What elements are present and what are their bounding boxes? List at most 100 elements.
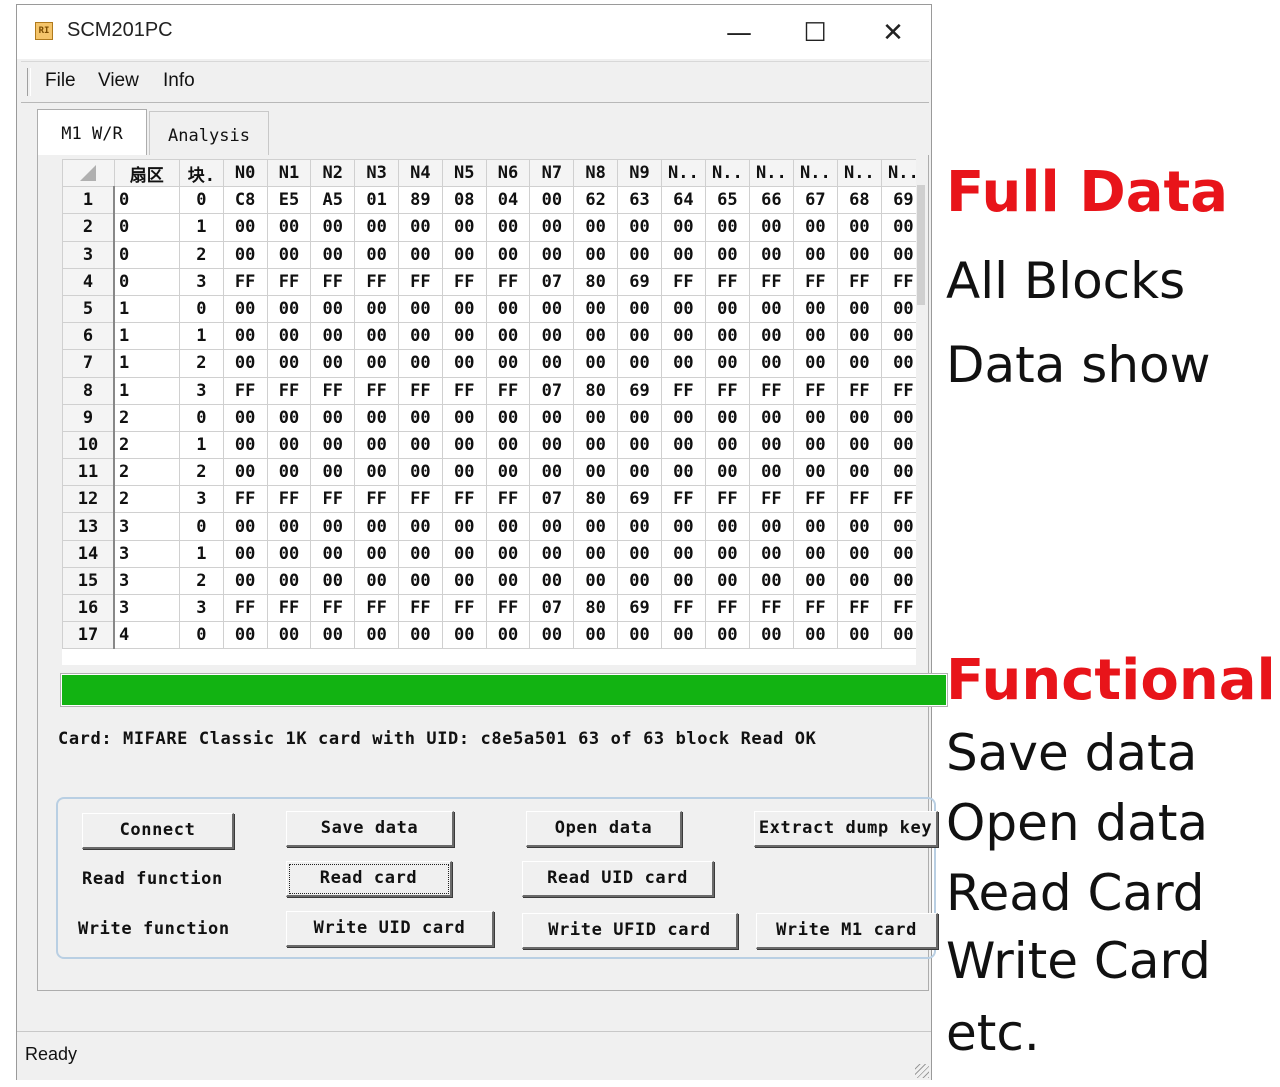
data-cell[interactable]: 00 xyxy=(836,621,882,650)
grid-column-header[interactable]: N5 xyxy=(441,159,487,188)
data-cell[interactable]: 00 xyxy=(266,240,312,269)
data-cell[interactable]: 00 xyxy=(792,512,838,541)
data-cell[interactable]: FF xyxy=(398,485,443,514)
table-row[interactable]: 17 4 0 00 00 00 00 00 00 00 00 00 00 00 00 00 00 00 00 xyxy=(62,621,926,650)
data-cell[interactable]: FF xyxy=(836,593,882,623)
data-cell[interactable]: 00 xyxy=(485,322,531,351)
data-cell[interactable]: FF xyxy=(660,485,706,514)
grid-column-header[interactable]: 扇区 xyxy=(113,159,181,188)
data-cell[interactable]: 00 xyxy=(529,458,575,487)
grid-column-header[interactable]: 块. xyxy=(179,159,224,188)
data-cell[interactable]: 00 xyxy=(704,349,750,378)
data-cell[interactable]: 00 xyxy=(310,322,356,351)
block-cell[interactable]: 3 xyxy=(179,593,224,623)
data-cell[interactable]: 69 xyxy=(617,376,662,405)
data-cell[interactable]: 00 xyxy=(529,512,575,541)
data-cell[interactable]: 00 xyxy=(485,403,531,432)
row-header[interactable]: 2 xyxy=(62,213,116,242)
grid-column-header[interactable]: N.. xyxy=(792,159,838,188)
data-cell[interactable]: 00 xyxy=(310,240,356,269)
data-cell[interactable]: 00 xyxy=(354,512,400,541)
row-header[interactable]: 10 xyxy=(62,430,116,460)
data-cell[interactable]: 00 xyxy=(529,403,575,432)
sector-cell[interactable]: 0 xyxy=(113,267,181,296)
data-cell[interactable]: 00 xyxy=(660,322,706,351)
data-cell[interactable]: FF xyxy=(222,376,268,405)
extract-dump-key-button[interactable]: Extract dump key xyxy=(754,811,938,847)
data-cell[interactable]: 00 xyxy=(310,430,356,460)
data-cell[interactable]: FF xyxy=(704,485,750,514)
data-cell[interactable]: 00 xyxy=(529,294,575,324)
data-cell[interactable]: 65 xyxy=(704,186,750,215)
data-cell[interactable]: 00 xyxy=(792,213,838,242)
row-header[interactable]: 11 xyxy=(62,458,116,487)
data-cell[interactable]: FF xyxy=(704,593,750,623)
data-cell[interactable]: 00 xyxy=(266,322,312,351)
data-cell[interactable]: FF xyxy=(792,593,838,623)
table-row[interactable]: 9 2 0 00 00 00 00 00 00 00 00 00 00 00 00 00 00 00 00 xyxy=(62,403,926,432)
block-cell[interactable]: 0 xyxy=(179,512,224,541)
block-cell[interactable]: 0 xyxy=(179,186,224,215)
data-cell[interactable]: 00 xyxy=(617,213,662,242)
data-cell[interactable]: 00 xyxy=(398,294,443,324)
data-cell[interactable]: FF xyxy=(310,376,356,405)
data-cell[interactable]: 00 xyxy=(441,430,487,460)
data-cell[interactable]: 00 xyxy=(660,512,706,541)
data-cell[interactable]: 00 xyxy=(222,294,268,324)
data-cell[interactable]: 00 xyxy=(354,566,400,596)
data-cell[interactable]: 00 xyxy=(266,539,312,568)
data-cell[interactable]: 00 xyxy=(310,512,356,541)
data-cell[interactable]: 80 xyxy=(573,485,619,514)
data-cell[interactable]: 00 xyxy=(222,240,268,269)
data-cell[interactable]: 00 xyxy=(748,621,794,650)
grid-column-header[interactable]: N8 xyxy=(573,159,619,188)
table-row[interactable]: 7 1 2 00 00 00 00 00 00 00 00 00 00 00 00 00 00 00 00 xyxy=(62,349,926,378)
data-cell[interactable]: 00 xyxy=(529,539,575,568)
data-cell[interactable]: 00 xyxy=(573,322,619,351)
data-cell[interactable]: 00 xyxy=(441,458,487,487)
data-cell[interactable]: 04 xyxy=(485,186,531,215)
resize-grip[interactable] xyxy=(915,1064,929,1078)
data-cell[interactable]: FF xyxy=(354,485,400,514)
data-cell[interactable]: 00 xyxy=(222,322,268,351)
sector-cell[interactable]: 3 xyxy=(113,593,181,623)
data-cell[interactable]: 00 xyxy=(748,403,794,432)
write-ufid-card-button[interactable]: Write UFID card xyxy=(522,913,738,949)
grid-column-header[interactable]: N.. xyxy=(660,159,706,188)
row-header[interactable]: 7 xyxy=(62,349,116,378)
data-cell[interactable]: 00 xyxy=(660,566,706,596)
row-header[interactable]: 12 xyxy=(62,485,116,514)
data-cell[interactable]: 07 xyxy=(529,267,575,296)
row-header[interactable]: 5 xyxy=(62,294,116,324)
data-cell[interactable]: FF xyxy=(660,376,706,405)
data-cell[interactable]: FF xyxy=(748,593,794,623)
sector-cell[interactable]: 2 xyxy=(113,485,181,514)
data-cell[interactable]: 00 xyxy=(266,566,312,596)
data-cell[interactable]: 00 xyxy=(441,539,487,568)
data-cell[interactable]: 00 xyxy=(354,621,400,650)
sector-cell[interactable]: 3 xyxy=(113,539,181,568)
grid-column-header[interactable]: N3 xyxy=(354,159,400,188)
data-cell[interactable]: FF xyxy=(441,267,487,296)
data-cell[interactable]: 00 xyxy=(398,512,443,541)
data-cell[interactable]: 00 xyxy=(485,430,531,460)
data-cell[interactable]: FF xyxy=(441,376,487,405)
data-cell[interactable]: 00 xyxy=(354,430,400,460)
data-cell[interactable]: 66 xyxy=(748,186,794,215)
grid-column-header[interactable]: N.. xyxy=(704,159,750,188)
data-cell[interactable]: 00 xyxy=(792,430,838,460)
data-cell[interactable]: 00 xyxy=(529,186,575,215)
data-cell[interactable]: 00 xyxy=(310,403,356,432)
data-cell[interactable]: 00 xyxy=(485,539,531,568)
sector-cell[interactable]: 1 xyxy=(113,322,181,351)
sector-cell[interactable]: 1 xyxy=(113,294,181,324)
data-cell[interactable]: 89 xyxy=(398,186,443,215)
sector-cell[interactable]: 0 xyxy=(113,186,181,215)
data-cell[interactable]: E5 xyxy=(266,186,312,215)
block-cell[interactable]: 1 xyxy=(179,430,224,460)
data-cell[interactable]: FF xyxy=(792,485,838,514)
data-cell[interactable]: 00 xyxy=(836,294,882,324)
data-cell[interactable]: FF xyxy=(836,376,882,405)
block-cell[interactable]: 2 xyxy=(179,458,224,487)
data-cell[interactable]: FF xyxy=(748,267,794,296)
